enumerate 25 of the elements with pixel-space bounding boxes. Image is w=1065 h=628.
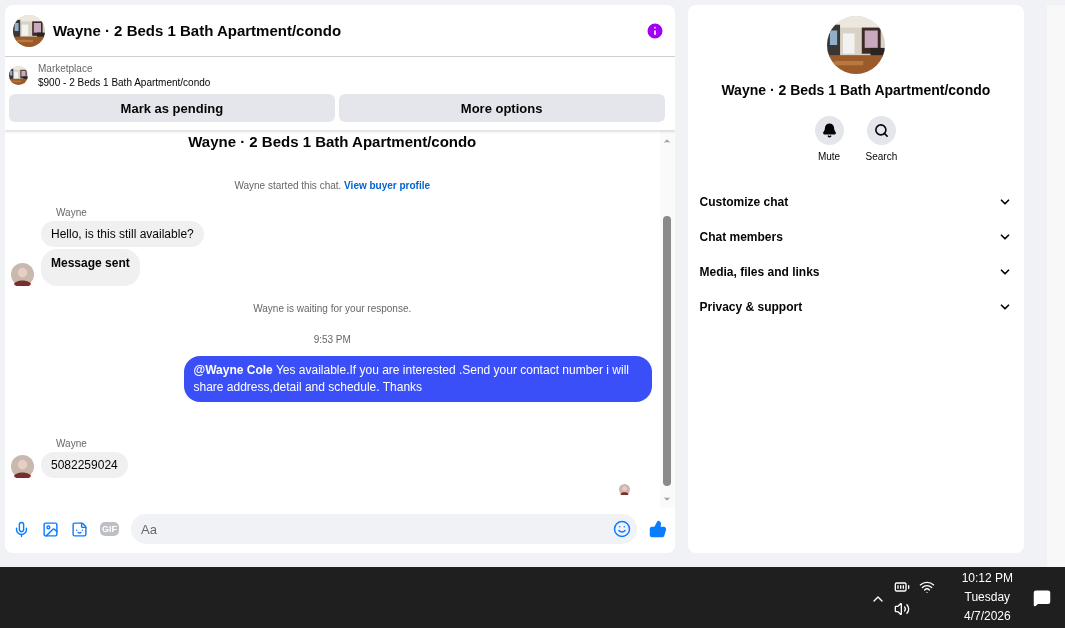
section-header[interactable]: Privacy & support <box>687 289 1025 324</box>
listing-source: Marketplace <box>38 63 94 74</box>
message-bubble: Message sent <box>41 249 140 286</box>
listing-action-button[interactable]: More options <box>338 94 665 122</box>
message-bubble: 5082259024 <box>41 452 128 478</box>
message-input[interactable]: Aa <box>131 514 637 544</box>
buyer-profile-link[interactable]: View buyer profile <box>344 180 431 191</box>
section-header[interactable]: Chat members <box>687 219 1025 254</box>
section-header[interactable]: Media, files and links <box>687 254 1025 289</box>
timestamp: 9:53 PM <box>312 334 352 345</box>
conversation-heading: Wayne · 2 Beds 1 Bath Apartment/condo <box>187 133 478 150</box>
conversation-title: Wayne · 2 Beds 1 Bath Apartment/condo <box>721 82 991 98</box>
chat-notice: Wayne started this chat. View buyer profile <box>233 180 432 191</box>
listing-action-button[interactable]: Mark as pending <box>9 94 335 122</box>
message-bubble: @Wayne Cole Yes available.If you are interested .Send your contact number i will share address,detail and schedule. Thanks <box>183 356 652 402</box>
sender-name: Wayne <box>56 207 88 218</box>
chat-notice: Wayne is waiting for your response. <box>252 303 413 314</box>
action-label: Mute <box>817 151 841 162</box>
clock[interactable]: 10:12 PM Tuesday 4/7/2026 <box>961 569 1013 626</box>
section-header[interactable]: Customize chat <box>687 184 1025 219</box>
listing-title[interactable]: $900 - 2 Beds 1 Bath Apartment/condo <box>38 77 211 88</box>
message-bubble: Hello, is this still available? <box>41 221 204 247</box>
chat-title: Wayne · 2 Beds 1 Bath Apartment/condo <box>53 22 343 39</box>
sender-name: Wayne <box>56 438 88 449</box>
action-label: Search <box>865 151 898 162</box>
